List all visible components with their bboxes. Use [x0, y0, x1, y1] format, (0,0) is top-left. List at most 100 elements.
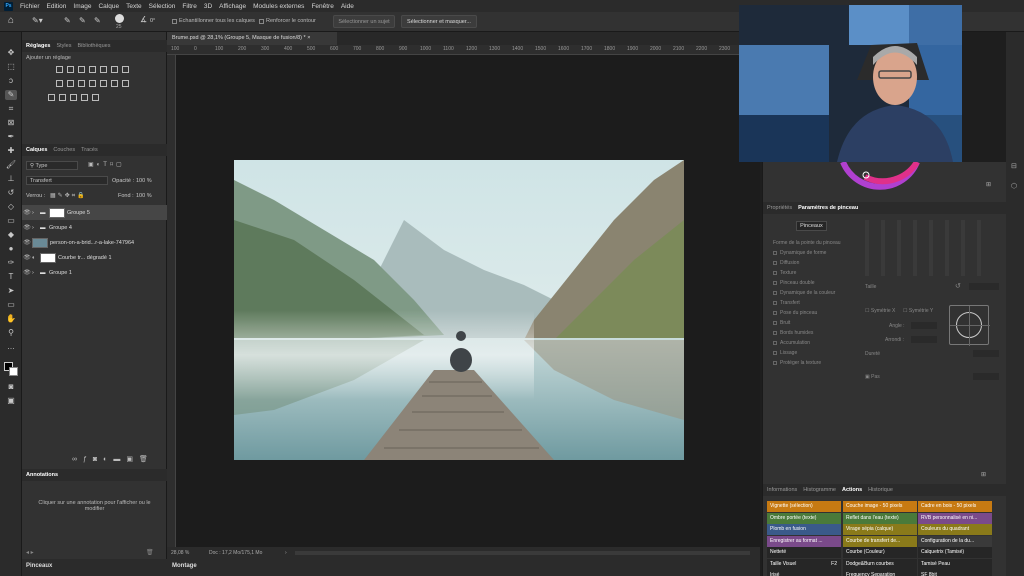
action-item[interactable]: Calquetrix (Tamisé)	[918, 547, 992, 558]
action-item[interactable]: Plomb en fusion	[767, 524, 841, 535]
action-item[interactable]: Couleurs du quadrant	[918, 524, 992, 535]
action-item[interactable]: Tamisé Peau	[918, 558, 992, 570]
tab-history[interactable]: Historique	[868, 487, 893, 493]
action-item[interactable]: Reflet dans l'eau (texte)	[843, 512, 917, 524]
tab-paths[interactable]: Tracés	[81, 147, 98, 153]
action-item[interactable]: Ombre portée (texte)	[767, 512, 841, 524]
menu-image[interactable]: Image	[73, 3, 91, 10]
action-item[interactable]: Configuration de la du...	[918, 535, 992, 547]
blend-mode-select[interactable]: Transfert	[26, 176, 108, 185]
color-wheel-icon[interactable]	[835, 162, 925, 192]
tab-styles[interactable]: Styles	[56, 43, 71, 49]
add-icon[interactable]: ⊞	[986, 181, 991, 188]
document-tab[interactable]: Brume.psd @ 28,1% (Groupe 5, Masque de f…	[167, 32, 337, 45]
menu-filtre[interactable]: Filtre	[182, 3, 196, 10]
doc-size-info[interactable]: Doc : 17,2 Mo/175,1 Mo	[209, 550, 262, 556]
path-selection-tool-icon[interactable]: ➤	[5, 286, 17, 296]
crop-tool-icon[interactable]: ⌗	[5, 104, 17, 114]
trash-icon[interactable]: 🗑	[146, 549, 154, 556]
brush-tool-icon[interactable]: 🖌	[5, 160, 17, 170]
screen-mode-icon[interactable]: ▣	[5, 396, 17, 406]
layer-row[interactable]: 👁 › ▬ Groupe 1	[22, 265, 167, 280]
layer-row[interactable]: 👁 ◐ Courbe tr... dégradé 1	[22, 250, 167, 265]
action-item[interactable]: Netteté	[767, 547, 841, 558]
adjustment-icons-row-2[interactable]	[56, 80, 129, 87]
quick-mask-icon[interactable]: ◙	[5, 382, 17, 392]
marquee-tool-icon[interactable]: ⬚	[5, 62, 17, 72]
angle-field[interactable]	[911, 322, 937, 329]
shape-tool-icon[interactable]: ▭	[5, 300, 17, 310]
lock-icons[interactable]: ▦✎✥⌗🔒	[50, 192, 87, 200]
horizontal-scrollbar[interactable]	[295, 551, 750, 555]
zoom-level[interactable]: 28,08 %	[171, 550, 189, 556]
status-arrow-icon[interactable]: ›	[285, 550, 287, 556]
spacing-checkbox[interactable]: ▣ Pas	[865, 374, 880, 380]
more-tools-icon[interactable]: …	[5, 342, 17, 352]
quick-selection-tool-icon[interactable]: ✎▾	[32, 16, 43, 25]
brush-tip-grid[interactable]	[865, 220, 985, 276]
tab-annotations[interactable]: Annotations	[26, 472, 58, 478]
flip-x-checkbox[interactable]: ☐ Symétrie X	[865, 308, 895, 314]
brush-option[interactable]: Pinceau double	[773, 280, 814, 286]
3d-panel-icon[interactable]: ⬡	[1011, 182, 1017, 190]
visibility-eye-icon[interactable]: 👁	[22, 209, 32, 216]
layer-mask-thumbnail[interactable]	[49, 207, 65, 218]
reset-size-icon[interactable]: ↺	[955, 282, 961, 290]
move-tool-icon[interactable]: ✥	[5, 48, 17, 58]
size-field[interactable]	[969, 283, 999, 290]
adjustment-mask-thumbnail[interactable]	[40, 252, 56, 263]
action-item[interactable]: Dodge&Burn courbes	[843, 558, 917, 570]
layer-filter-select[interactable]: ⚲ Type	[26, 161, 78, 170]
eyedropper-tool-icon[interactable]: ✒	[5, 132, 17, 142]
brush-option[interactable]: Diffusion	[773, 260, 799, 266]
tab-libraries[interactable]: Bibliothèques	[77, 43, 110, 49]
fill-value[interactable]: 100 %	[136, 193, 152, 199]
adjustment-icons-row-3[interactable]	[48, 94, 99, 101]
tab-brushes[interactable]: Pinceaux	[26, 563, 52, 569]
action-item[interactable]: SF 8bit	[918, 570, 992, 576]
document-image[interactable]	[234, 160, 684, 460]
brush-option[interactable]: Transfert	[773, 300, 800, 306]
background-color-swatch[interactable]	[9, 367, 18, 376]
type-tool-icon[interactable]: T	[5, 272, 17, 282]
select-and-mask-button[interactable]: Sélectionner et masquer...	[401, 15, 477, 28]
layer-row[interactable]: 👁 › ▬ Groupe 5	[22, 205, 167, 220]
tab-properties[interactable]: Propriétés	[767, 205, 792, 211]
home-icon[interactable]: ⌂	[8, 15, 14, 26]
visibility-eye-icon[interactable]: 👁	[22, 269, 32, 276]
menu-calque[interactable]: Calque	[98, 3, 119, 10]
eraser-tool-icon[interactable]: ◇	[5, 202, 17, 212]
menu-affichage[interactable]: Affichage	[219, 3, 246, 10]
new-brush-icon[interactable]: ⊞	[981, 471, 986, 478]
close-icon[interactable]: ×	[307, 35, 310, 41]
menu-texte[interactable]: Texte	[126, 3, 142, 10]
action-item[interactable]: Frequency Separation	[843, 570, 917, 576]
annotation-nav-icons[interactable]: ◂ ▸	[26, 549, 34, 556]
layer-row[interactable]: 👁 person-on-a-brid...r-a-lake-747964	[22, 235, 167, 250]
menu-selection[interactable]: Sélection	[149, 3, 176, 10]
clone-stamp-tool-icon[interactable]: ⊥	[5, 174, 17, 184]
brush-angle-preview[interactable]	[949, 305, 990, 346]
hand-tool-icon[interactable]: ✋	[5, 314, 17, 324]
brush-option[interactable]: Bruit	[773, 320, 790, 326]
action-item[interactable]: Cadre en bois - 50 pixels	[918, 501, 992, 512]
brushes-button[interactable]: Pinceaux	[796, 221, 827, 231]
action-item[interactable]: RVB personnalisé en ni...	[918, 512, 992, 524]
brush-option[interactable]: Dynamique de la couleur	[773, 290, 835, 296]
brush-option[interactable]: Protéger la texture	[773, 360, 821, 366]
subtract-selection-icon[interactable]: ✎	[94, 16, 101, 25]
tab-actions[interactable]: Actions	[842, 487, 862, 493]
layer-filter-icons[interactable]: ▣◐T⌑▢	[88, 161, 125, 168]
tab-timeline[interactable]: Montage	[172, 563, 197, 569]
enhance-edge-checkbox[interactable]: Renforcer le contour	[259, 18, 316, 24]
action-item[interactable]: Irisé	[767, 570, 841, 576]
tab-channels[interactable]: Couches	[53, 147, 75, 153]
opacity-value[interactable]: 100 %	[136, 178, 152, 184]
new-selection-icon[interactable]: ✎	[64, 16, 71, 25]
pen-tool-icon[interactable]: ✑	[5, 258, 17, 268]
brush-option[interactable]: Lissage	[773, 350, 797, 356]
tab-brush-settings[interactable]: Paramètres de pinceau	[798, 205, 858, 211]
brush-option[interactable]: Texture	[773, 270, 796, 276]
menu-fenetre[interactable]: Fenêtre	[311, 3, 333, 10]
menu-3d[interactable]: 3D	[204, 3, 212, 10]
